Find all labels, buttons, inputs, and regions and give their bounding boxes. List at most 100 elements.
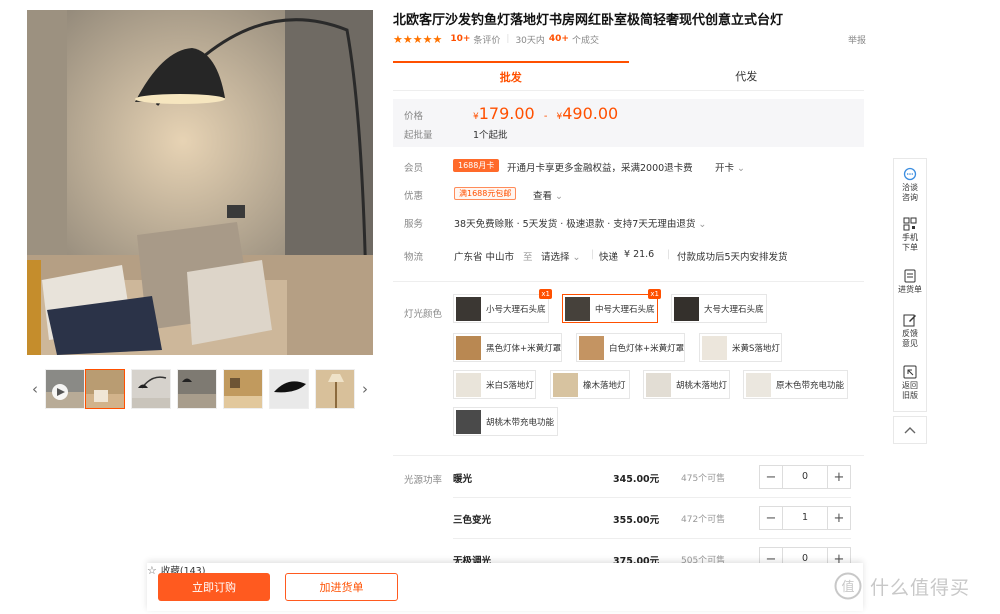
power-price: 355.00元 xyxy=(613,515,660,526)
sidebar-item-old-version[interactable]: 返回旧版 xyxy=(894,365,926,401)
sidebar-item-feedback[interactable]: 反馈意见 xyxy=(894,313,926,349)
price-high: 490.00 xyxy=(562,104,619,123)
sidebar-item-mobile-order[interactable]: 手机下单 xyxy=(894,217,926,253)
thumbnail-2[interactable] xyxy=(131,369,171,409)
report-link[interactable]: 举报 xyxy=(848,33,866,46)
swatch-image xyxy=(579,335,604,360)
thumbnail-video[interactable] xyxy=(45,369,85,409)
shipping-method: 快递 xyxy=(599,252,619,263)
swatch-image xyxy=(565,296,590,321)
color-option[interactable]: 黑色灯体+米黄灯罩 xyxy=(453,333,562,362)
minus-icon[interactable]: − xyxy=(760,507,782,529)
color-option[interactable]: 原木色带充电功能 xyxy=(743,370,848,399)
sidebar-item-cart-list[interactable]: 进货单 xyxy=(894,269,926,295)
divider: | xyxy=(506,34,510,44)
qty-badge: x1 xyxy=(539,289,552,299)
swatch-image xyxy=(553,372,578,397)
chevron-down-icon: ⌄ xyxy=(737,163,746,174)
section-divider xyxy=(393,281,864,282)
sales-count: 40+ xyxy=(548,34,569,44)
swatch-image xyxy=(746,372,771,397)
quantity-stepper: − 1 + xyxy=(759,506,851,530)
price-label: 价格 xyxy=(404,111,424,122)
ship-from: 广东省 中山市 xyxy=(454,252,515,263)
price-box: 价格 ¥179.00 - ¥490.00 起批量 1个起批 xyxy=(393,99,864,147)
color-option[interactable]: 小号大理石头底 x1 xyxy=(453,289,552,323)
color-option[interactable]: 白色灯体+米黄灯罩 xyxy=(576,333,685,362)
thumbnail-3[interactable] xyxy=(177,369,217,409)
view-discount-link[interactable]: 查看 ⌄ xyxy=(533,188,563,202)
thumbnail-4[interactable] xyxy=(223,369,263,409)
buy-now-button[interactable]: 立即订购 xyxy=(158,573,270,601)
quantity-value[interactable]: 0 xyxy=(782,466,828,488)
thumbnail-strip: ‹ › xyxy=(27,367,373,411)
thumb-next-arrow-icon[interactable]: › xyxy=(357,367,373,411)
power-name: 暖光 xyxy=(453,474,473,485)
chevron-down-icon: ⌄ xyxy=(555,191,564,202)
bottom-action-bar: 立即订购 加进货单 ☆ 收藏(143) xyxy=(147,563,863,611)
service-items: 38天免费赊账 · 5天发货 · 极速退款 · 支持7天无理由退货 xyxy=(454,219,696,230)
color-option[interactable]: 胡桃木带充电功能 xyxy=(453,407,558,436)
plus-icon[interactable]: + xyxy=(828,466,850,488)
chevron-up-icon xyxy=(904,427,916,434)
ship-to-select[interactable]: 请选择 ⌄ xyxy=(541,249,581,263)
minus-icon[interactable]: − xyxy=(760,466,782,488)
swatch-image xyxy=(702,335,727,360)
swatch-image xyxy=(456,335,481,360)
main-product-image[interactable] xyxy=(27,10,373,355)
tab-dropship[interactable]: 代发 xyxy=(629,61,865,90)
section-divider xyxy=(393,455,864,456)
sales-period: 30天内 xyxy=(515,35,545,46)
tab-wholesale[interactable]: 批发 xyxy=(393,61,629,90)
qty-badge: x1 xyxy=(648,289,661,299)
option-label: 米黄S落地灯 xyxy=(732,343,780,354)
add-to-cart-button[interactable]: 加进货单 xyxy=(285,573,398,601)
watermark: 值 什么值得买 xyxy=(834,572,970,600)
logistics-label: 物流 xyxy=(404,252,424,263)
qrcode-icon xyxy=(903,217,917,231)
rating-row: ★★★★★ 10+ 条评价 | 30天内 40+ 个成交 xyxy=(393,32,599,46)
sales-label: 个成交 xyxy=(571,35,599,46)
ship-to-label: 请选择 xyxy=(541,252,570,263)
divider: | xyxy=(591,249,595,260)
color-option[interactable]: 米白S落地灯 xyxy=(453,370,536,399)
option-label: 中号大理石头底 xyxy=(595,304,655,315)
chevron-down-icon: ⌄ xyxy=(572,252,581,263)
power-row: 暖光 345.00元 475个可售 − 0 + xyxy=(453,465,851,489)
swatch-image xyxy=(456,296,481,321)
product-title: 北欧客厅沙发钓鱼灯落地灯书房网红卧室极简轻奢现代创意立式台灯 xyxy=(393,13,784,28)
color-option[interactable]: 橡木落地灯 xyxy=(550,370,630,399)
option-label: 黑色灯体+米黄灯罩 xyxy=(486,343,562,354)
sidebar-item-label: 反馈意见 xyxy=(902,329,918,348)
power-label: 光源功率 xyxy=(404,475,443,486)
floating-sidebar: 洽谈咨询 手机下单 进货单 反馈意见 返回旧版 xyxy=(893,158,927,412)
thumbnail-6[interactable] xyxy=(315,369,355,409)
power-price: 345.00元 xyxy=(613,474,660,485)
chevron-down-icon: ⌄ xyxy=(698,219,707,230)
option-label: 大号大理石头底 xyxy=(704,304,764,315)
review-count[interactable]: 10+ xyxy=(450,34,470,44)
sidebar-item-consult[interactable]: 洽谈咨询 xyxy=(894,167,926,203)
option-label: 米白S落地灯 xyxy=(486,380,534,391)
color-option[interactable]: 胡桃木落地灯 xyxy=(643,370,730,399)
color-option-selected[interactable]: 中号大理石头底 x1 xyxy=(562,289,661,323)
plus-icon[interactable]: + xyxy=(828,507,850,529)
open-card-link[interactable]: 开卡 ⌄ xyxy=(715,160,745,174)
sidebar-item-label: 进货单 xyxy=(898,285,922,294)
member-card-badge: 1688月卡 xyxy=(453,159,500,172)
power-row: 三色变光 355.00元 472个可售 − 1 + xyxy=(453,506,851,530)
color-option[interactable]: 米黄S落地灯 xyxy=(699,333,782,362)
row-divider xyxy=(453,497,851,498)
color-label: 灯光颜色 xyxy=(404,309,443,320)
option-label: 胡桃木带充电功能 xyxy=(486,417,555,428)
swatch-image xyxy=(646,372,671,397)
thumb-prev-arrow-icon[interactable]: ‹ xyxy=(27,367,43,411)
quantity-value[interactable]: 1 xyxy=(782,507,828,529)
service-text[interactable]: 38天免费赊账 · 5天发货 · 极速退款 · 支持7天无理由退货 ⌄ xyxy=(454,216,706,230)
color-option[interactable]: 大号大理石头底 xyxy=(671,294,767,323)
thumbnail-1[interactable] xyxy=(85,369,125,409)
back-to-top-button[interactable] xyxy=(893,416,927,444)
thumbnail-5[interactable] xyxy=(269,369,309,409)
sidebar-item-label: 返回旧版 xyxy=(902,381,918,400)
quantity-stepper: − 0 + xyxy=(759,465,851,489)
